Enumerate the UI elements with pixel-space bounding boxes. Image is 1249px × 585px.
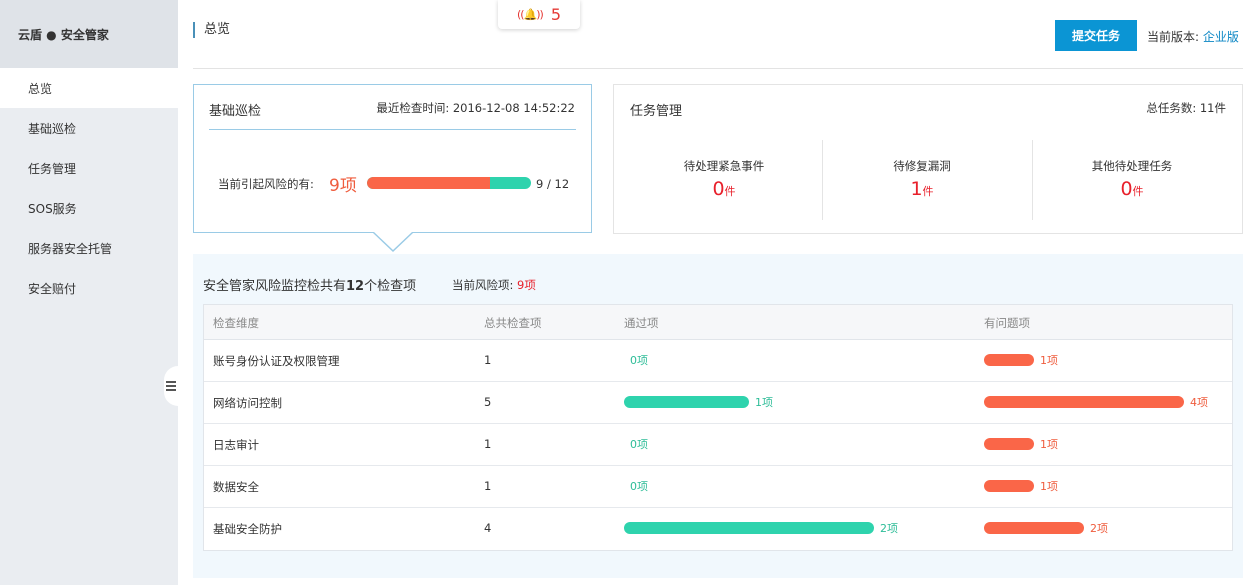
fail-bar-fill: [984, 354, 1034, 366]
stat-label: 待处理紧急事件: [683, 159, 765, 173]
pass-bar: 0项: [624, 479, 648, 493]
risk-count: 9项: [329, 176, 357, 196]
check-total: 4: [484, 521, 492, 535]
check-total: 1: [484, 353, 492, 367]
pass-bar-fill: [624, 522, 874, 534]
brand-title: 云盾 ● 安全管家: [0, 0, 178, 68]
check-total: 1: [484, 437, 492, 451]
fail-bar: 1项: [984, 437, 1058, 451]
basic-check-card[interactable]: 基础巡检 最近检查时间: 2016-12-08 14:52:22 当前引起风险的…: [193, 84, 592, 233]
fail-bar: 1项: [984, 353, 1058, 367]
risk-ratio: 9 / 12: [536, 177, 570, 191]
check-dimension: 日志审计: [213, 438, 259, 452]
fail-count: 4项: [1190, 396, 1208, 409]
last-check-time: 最近检查时间: 2016-12-08 14:52:22: [376, 101, 575, 115]
task-total: 总任务数: 11件: [1146, 101, 1226, 115]
check-dimension: 基础安全防护: [213, 522, 282, 536]
pass-bar: 2项: [624, 521, 898, 535]
menu-collapse-icon: [166, 379, 176, 393]
check-table: 检查维度 总共检查项 通过项 有问题项 账号身份认证及权限管理 1 0项 1项 网络访问…: [203, 304, 1233, 551]
fail-count: 1项: [1040, 438, 1058, 451]
card-divider: [209, 129, 576, 130]
table-row[interactable]: 账号身份认证及权限管理 1 0项 1项: [204, 340, 1232, 382]
pass-count: 1项: [755, 396, 773, 409]
stat-value: 0件: [1120, 178, 1144, 200]
pass-count: 0项: [630, 438, 648, 451]
pass-bar-fill: [624, 396, 749, 408]
fail-bar-fill: [984, 396, 1184, 408]
stat-other-tasks[interactable]: 其他待处理任务 0件: [1032, 140, 1232, 220]
sidebar-item-overview[interactable]: 总览: [0, 68, 178, 108]
fail-count: 2项: [1090, 522, 1108, 535]
column-header: 总共检查项: [484, 316, 542, 330]
table-row[interactable]: 日志审计 1 0项 1项: [204, 424, 1232, 466]
fail-bar-fill: [984, 438, 1034, 450]
current-risk: 当前风险项: 9项: [452, 278, 536, 292]
fail-bar: 4项: [984, 395, 1208, 409]
stat-urgent-events[interactable]: 待处理紧急事件 0件: [624, 140, 824, 220]
fail-count: 1项: [1040, 354, 1058, 367]
check-dimension: 账号身份认证及权限管理: [213, 354, 340, 368]
card-pointer-inner: [374, 232, 412, 250]
alarm-badge[interactable]: ((🔔)) 5: [498, 0, 580, 29]
sidebar-item-sos-service[interactable]: SOS服务: [0, 188, 178, 228]
submit-task-button[interactable]: 提交任务: [1055, 20, 1137, 51]
basic-check-title: 基础巡检: [209, 104, 262, 119]
table-row[interactable]: 网络访问控制 5 1项 4项: [204, 382, 1232, 424]
stat-value: 1件: [910, 178, 934, 200]
page-title: 总览: [193, 22, 230, 38]
stat-label: 待修复漏洞: [893, 159, 951, 173]
alarm-count: 5: [550, 5, 562, 24]
table-body: 账号身份认证及权限管理 1 0项 1项 网络访问控制 5 1项 4项 日志审计 1 0项 1项 数据安全…: [204, 340, 1232, 550]
check-dimension: 数据安全: [213, 480, 259, 494]
pass-bar: 0项: [624, 353, 648, 367]
risk-progress-fill: [367, 177, 490, 189]
pass-count: 2项: [880, 522, 898, 535]
pass-bar: 1项: [624, 395, 773, 409]
current-version: 当前版本: 企业版: [1147, 28, 1239, 45]
fail-bar: 2项: [984, 521, 1108, 535]
alarm-bell-icon: ((🔔)): [516, 8, 544, 21]
column-header: 有问题项: [984, 316, 1030, 330]
sidebar-collapse-handle[interactable]: [164, 366, 178, 406]
check-total: 5: [484, 395, 492, 409]
table-row[interactable]: 数据安全 1 0项 1项: [204, 466, 1232, 508]
check-dimension: 网络访问控制: [213, 396, 282, 410]
version-label: 当前版本:: [1147, 30, 1200, 44]
stat-value: 0件: [712, 178, 736, 200]
header-divider: [193, 68, 1243, 69]
sidebar-item-basic-check[interactable]: 基础巡检: [0, 108, 178, 148]
check-total: 1: [484, 479, 492, 493]
pass-count: 0项: [630, 354, 648, 367]
column-header: 通过项: [624, 316, 659, 330]
fail-count: 1项: [1040, 480, 1058, 493]
monitor-title: 安全管家风险监控检共有12个检查项: [203, 279, 417, 294]
sidebar-item-task-management[interactable]: 任务管理: [0, 148, 178, 188]
pass-bar: 0项: [624, 437, 648, 451]
pass-count: 0项: [630, 480, 648, 493]
task-management-title: 任务管理: [630, 104, 683, 119]
sidebar: 云盾 ● 安全管家 总览 基础巡检 任务管理 SOS服务 服务器安全托管 安全赔…: [0, 0, 178, 585]
risk-progress-bar: [367, 177, 531, 189]
sidebar-item-server-hosting[interactable]: 服务器安全托管: [0, 228, 178, 268]
fail-bar-fill: [984, 522, 1084, 534]
stat-vulnerabilities[interactable]: 待修复漏洞 1件: [822, 140, 1022, 220]
table-header: 检查维度 总共检查项 通过项 有问题项: [204, 305, 1232, 340]
sidebar-item-security-compensation[interactable]: 安全赔付: [0, 268, 178, 308]
version-link[interactable]: 企业版: [1203, 30, 1239, 44]
fail-bar: 1项: [984, 479, 1058, 493]
risk-label: 当前引起风险的有:: [218, 177, 314, 191]
task-management-card: 任务管理 总任务数: 11件 待处理紧急事件 0件 待修复漏洞 1件 其他待处理…: [613, 84, 1243, 234]
fail-bar-fill: [984, 480, 1034, 492]
risk-monitor-panel: 安全管家风险监控检共有12个检查项 当前风险项: 9项 检查维度 总共检查项 通…: [193, 254, 1243, 578]
table-row[interactable]: 基础安全防护 4 2项 2项: [204, 508, 1232, 550]
stat-label: 其他待处理任务: [1091, 159, 1173, 173]
column-header: 检查维度: [213, 316, 259, 330]
